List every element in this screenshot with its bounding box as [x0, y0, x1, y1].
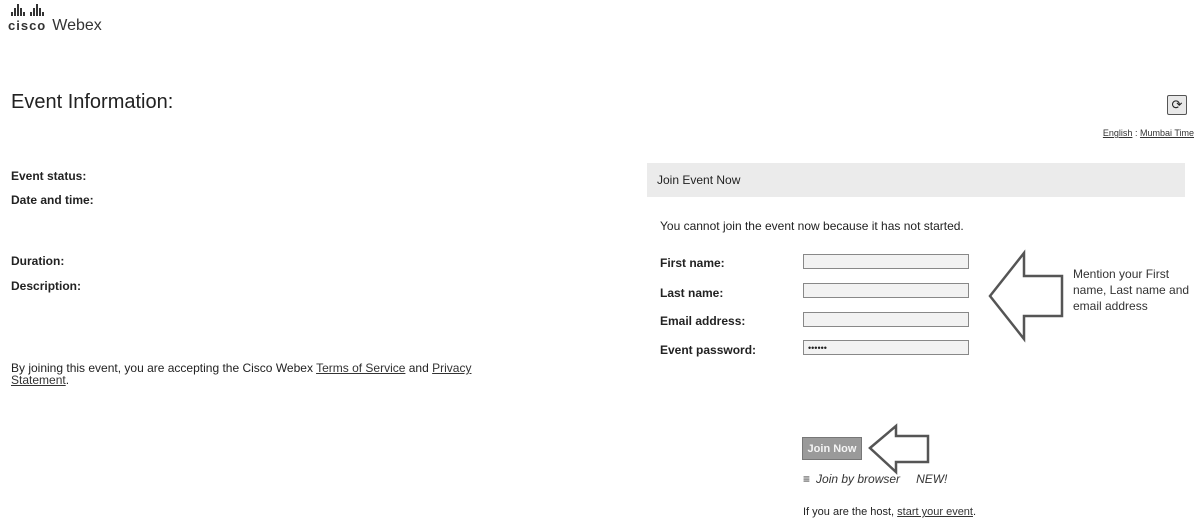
event-password-input[interactable] [803, 340, 969, 355]
logo-brand: cisco [8, 18, 47, 33]
terms-and: and [405, 361, 433, 375]
cisco-webex-logo: cisco Webex [8, 4, 102, 35]
terms-suffix: . [65, 373, 70, 387]
last-name-label: Last name: [660, 286, 724, 300]
terms-of-service-link[interactable]: Terms of Service [316, 361, 405, 375]
page-title: Event Information: [11, 91, 174, 113]
join-panel-header: Join Event Now [647, 163, 1185, 197]
description-label: Description: [11, 279, 82, 293]
terms-notice: By joining this event, you are accepting… [11, 362, 531, 386]
duration-label: Duration: [11, 254, 65, 268]
join-by-browser-link[interactable]: ≡ Join by browser NEW! [803, 472, 947, 486]
join-by-browser-label: Join by browser [816, 472, 901, 486]
annotation-button-arrow-icon [868, 423, 930, 475]
host-suffix: . [973, 506, 977, 518]
host-start-line: If you are the host, start your event. [803, 506, 976, 518]
lang-separator: : [1134, 128, 1138, 138]
start-event-link[interactable]: start your event [897, 506, 973, 518]
annotation-text: Mention your First name, Last name and e… [1073, 267, 1190, 313]
email-label: Email address: [660, 314, 746, 328]
email-input[interactable] [803, 312, 969, 327]
date-time-label: Date and time: [11, 193, 94, 207]
cisco-bars-icon [11, 4, 102, 16]
logo-product: Webex [52, 17, 102, 34]
first-name-label: First name: [660, 256, 725, 270]
join-panel-title: Join Event Now [657, 173, 741, 187]
last-name-input[interactable] [803, 283, 969, 298]
join-now-button[interactable]: Join Now [802, 437, 862, 460]
browser-lines-icon: ≡ [803, 472, 811, 486]
not-started-notice: You cannot join the event now because it… [660, 219, 964, 233]
new-badge: NEW! [916, 472, 948, 486]
refresh-button[interactable]: ⟳ [1167, 95, 1187, 115]
annotation-left-arrow-icon [988, 249, 1064, 343]
event-status-label: Event status: [11, 169, 87, 183]
timezone-link[interactable]: Mumbai Time [1140, 128, 1194, 138]
event-password-label: Event password: [660, 343, 757, 357]
refresh-icon: ⟳ [1171, 97, 1183, 112]
host-prefix: If you are the host, [803, 506, 898, 518]
first-name-input[interactable] [803, 254, 969, 269]
language-link[interactable]: English [1103, 128, 1133, 138]
language-timezone-links: English : Mumbai Time [1103, 128, 1194, 138]
